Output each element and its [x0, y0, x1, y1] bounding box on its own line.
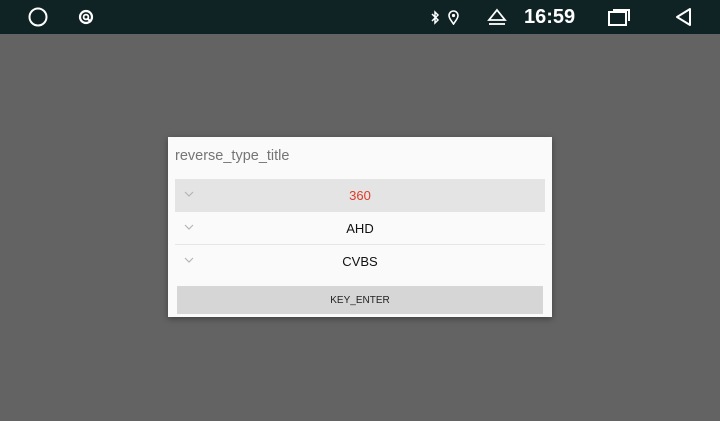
- reverse-type-dialog: reverse_type_title 360 AHD CVBS KEY_ENTE…: [168, 137, 552, 317]
- clock-time: 16:59: [524, 6, 576, 28]
- status-bar: 16:59: [0, 0, 720, 34]
- location-pin-icon: [446, 0, 460, 34]
- chevron-down-icon: [184, 224, 194, 230]
- circle-home-icon[interactable]: [26, 0, 50, 34]
- option-ahd[interactable]: AHD: [175, 212, 545, 245]
- key-enter-button[interactable]: KEY_ENTER: [177, 286, 543, 314]
- bluetooth-icon: [428, 0, 442, 34]
- option-label: AHD: [346, 220, 374, 236]
- recents-icon[interactable]: [606, 0, 632, 34]
- option-label: 360: [349, 187, 371, 203]
- option-cvbs[interactable]: CVBS: [175, 245, 545, 277]
- dialog-title: reverse_type_title: [175, 148, 290, 164]
- option-list: 360 AHD CVBS: [175, 179, 545, 277]
- chevron-down-icon: [184, 191, 194, 197]
- eject-icon[interactable]: [486, 0, 508, 34]
- option-label: CVBS: [342, 253, 378, 269]
- app-refresh-icon[interactable]: [76, 0, 96, 34]
- back-icon[interactable]: [672, 0, 694, 34]
- option-360[interactable]: 360: [175, 179, 545, 212]
- chevron-down-icon: [184, 257, 194, 263]
